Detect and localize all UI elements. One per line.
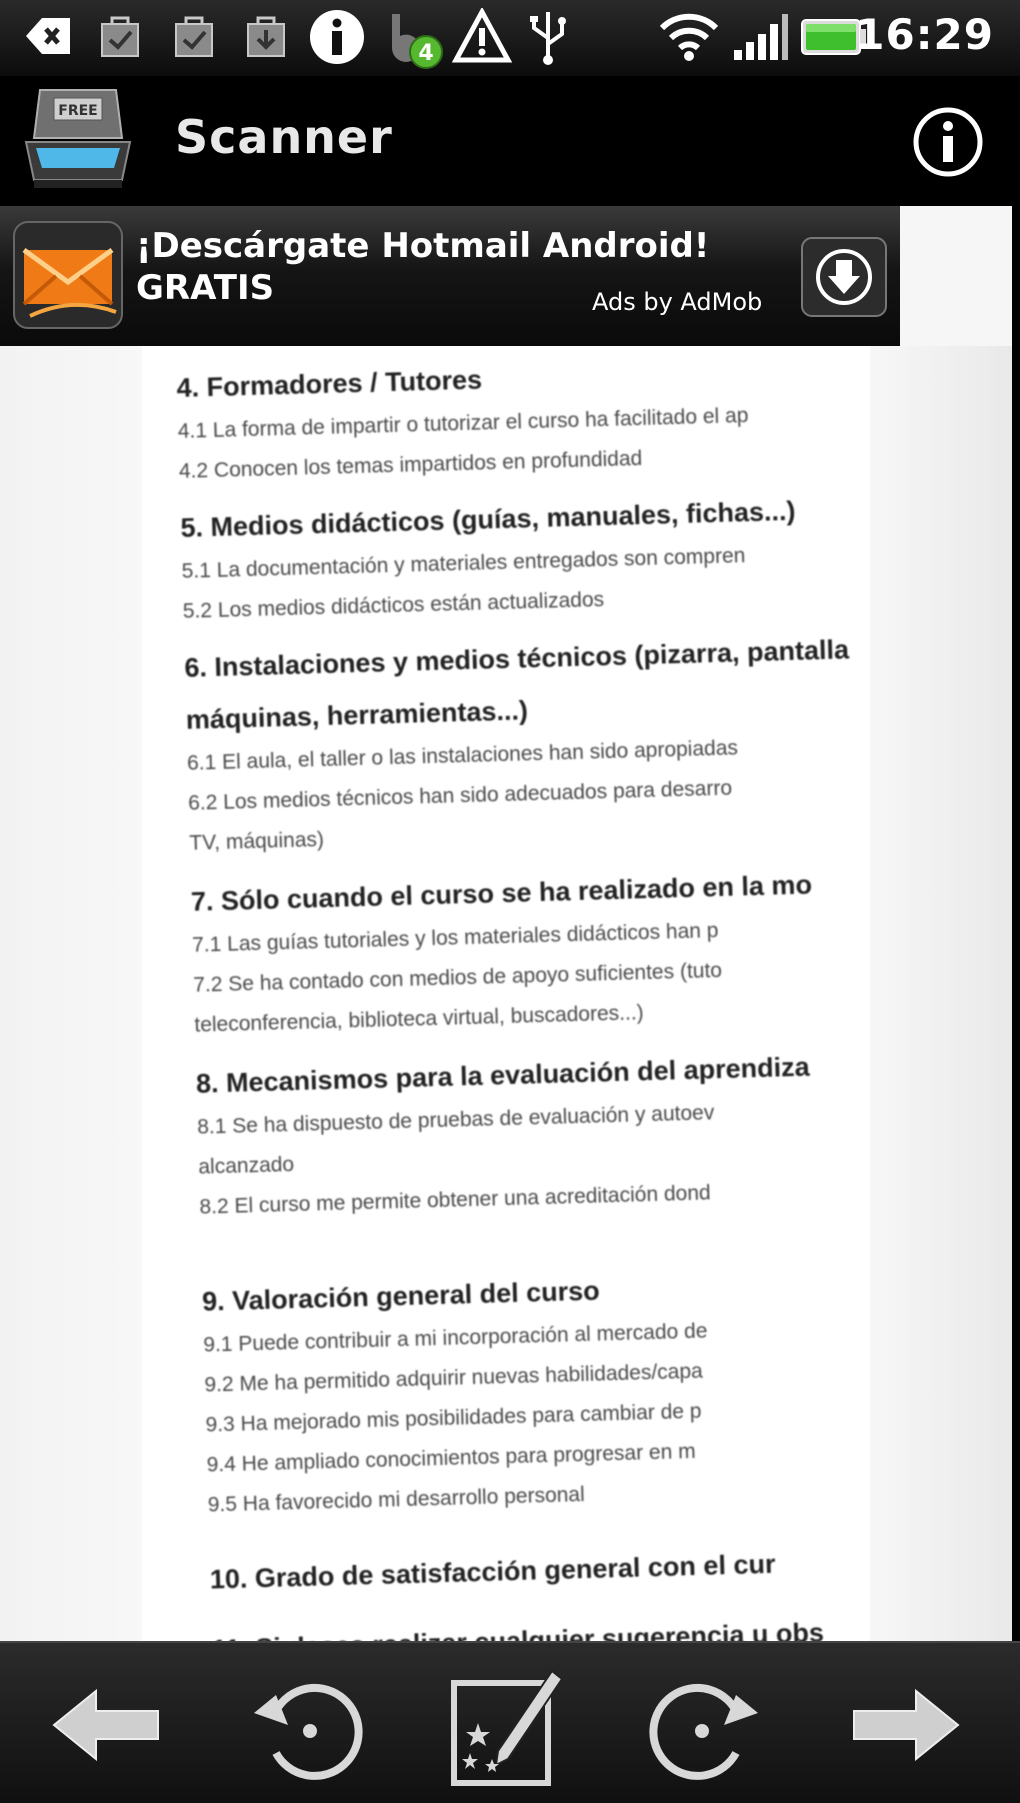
rotate-right-button[interactable] (646, 1673, 766, 1783)
ad-subtitle[interactable]: GRATIS (136, 268, 274, 308)
next-page-button[interactable] (850, 1687, 962, 1763)
status-clock: 16:29 (855, 10, 994, 59)
shopping-bag-download-icon (247, 16, 285, 57)
back-arrow-icon (26, 18, 70, 54)
app-title-bar: FREE Scanner (0, 76, 1020, 206)
hotmail-envelope-icon (13, 221, 123, 329)
document-viewer[interactable]: 4. Formadores / Tutores 4.1 La forma de i… (0, 206, 1012, 1641)
previous-page-button[interactable] (50, 1687, 162, 1763)
notification-count-icon: 4 (392, 14, 443, 69)
scanned-document-text: 4. Formadores / Tutores 4.1 La forma de i… (176, 346, 870, 1641)
ad-banner[interactable]: ¡Descárgate Hotmail Android! GRATIS Ads … (0, 206, 900, 346)
ad-filler (900, 206, 1012, 346)
document-heading: 11. Si desea realizar cualquier sugerenc… (211, 1617, 825, 1641)
notification-badge: 4 (418, 41, 433, 66)
warning-icon (452, 8, 512, 63)
ad-title[interactable]: ¡Descárgate Hotmail Android! (136, 226, 709, 266)
ad-credit: Ads by AdMob (592, 288, 763, 316)
info-button[interactable] (912, 106, 984, 178)
document-heading: 10. Grado de satisfacción general con el… (209, 1548, 776, 1595)
status-bar: 4 16:29 (0, 0, 1020, 76)
ad-download-button[interactable] (800, 236, 888, 318)
shopping-bag-check-icon (101, 16, 139, 57)
wifi-icon (659, 13, 719, 61)
shopping-bag-check-icon (175, 16, 213, 57)
usb-icon (530, 12, 566, 65)
scanned-page[interactable]: 4. Formadores / Tutores 4.1 La forma de i… (142, 346, 870, 1641)
app-icon-badge: FREE (58, 103, 97, 119)
app-title: Scanner (175, 110, 393, 164)
enhance-edit-button[interactable] (448, 1665, 564, 1789)
scanner-app-icon: FREE (24, 89, 132, 188)
info-icon (310, 10, 364, 64)
bottom-toolbar (0, 1641, 1020, 1803)
rotate-left-button[interactable] (246, 1673, 366, 1783)
signal-icon (734, 14, 788, 60)
